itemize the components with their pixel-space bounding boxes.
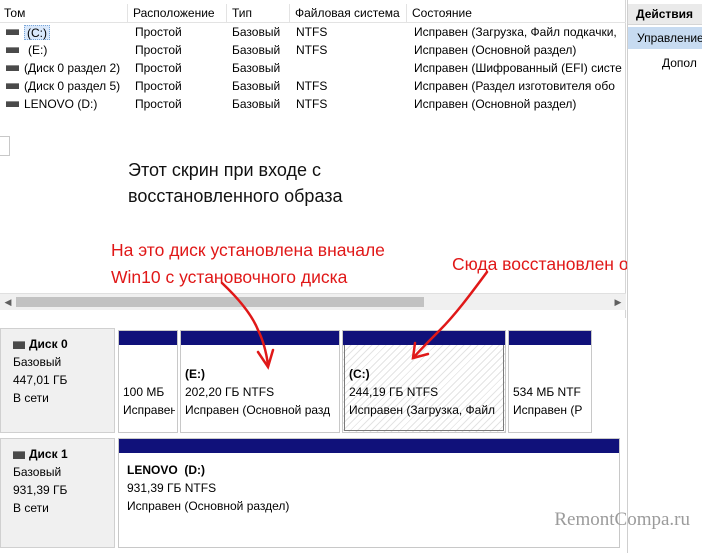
volume-location: Простой xyxy=(135,25,182,39)
column-header-volume[interactable]: Том xyxy=(0,4,128,23)
volume-status: Исправен (Загрузка, Файл подкачки, xyxy=(414,25,617,39)
column-header-status[interactable]: Состояние xyxy=(408,4,626,23)
partition-c[interactable]: (C:) 244,19 ГБ NTFS Исправен (Загрузка, … xyxy=(342,330,506,433)
volume-name: (Диск 0 раздел 5) xyxy=(24,79,121,93)
partition-status: Исправен xyxy=(123,403,175,417)
partition-bar xyxy=(509,331,591,345)
volume-row-lenovo-d[interactable]: LENOVO (D:) Простой Базовый NTFS Исправе… xyxy=(0,95,626,113)
splitter-handle[interactable] xyxy=(0,136,10,156)
actions-management-item[interactable]: Управление xyxy=(628,27,702,49)
disk-size: 447,01 ГБ xyxy=(13,373,68,387)
partition-bar xyxy=(119,439,619,453)
volume-location: Простой xyxy=(135,43,182,57)
volume-location: Простой xyxy=(135,79,182,93)
disk-size: 931,39 ГБ xyxy=(13,483,68,497)
win10-note-line1: На это диск установлена вначале xyxy=(111,240,385,260)
volume-type: Базовый xyxy=(232,25,281,39)
partition-name: LENOVO (D:) xyxy=(127,463,205,477)
volume-filesystem xyxy=(296,59,404,77)
disk-map-pane: Диск 0 Базовый 447,01 ГБ В сети 100 МБ И… xyxy=(0,318,626,553)
volume-status: Исправен (Шифрованный (EFI) систе xyxy=(414,61,622,75)
column-header-filesystem[interactable]: Файловая система xyxy=(291,4,407,23)
disk-title: Диск 0 xyxy=(29,337,68,351)
volume-location: Простой xyxy=(135,61,182,75)
volume-row-e[interactable]: (E:) Простой Базовый NTFS Исправен (Осно… xyxy=(0,41,626,59)
partition-bar xyxy=(343,331,505,345)
drive-icon xyxy=(6,83,19,89)
volume-status: Исправен (Основной раздел) xyxy=(414,97,577,111)
volume-filesystem: NTFS xyxy=(296,43,328,57)
disk-0-label[interactable]: Диск 0 Базовый 447,01 ГБ В сети xyxy=(0,328,115,433)
volume-name: (E:) xyxy=(28,43,48,57)
volume-type: Базовый xyxy=(232,61,281,75)
volume-name: (C:) xyxy=(24,25,50,40)
drive-icon xyxy=(6,47,19,53)
partition-534mb[interactable]: 534 МБ NTF Исправен (Р xyxy=(508,330,592,433)
partition-lenovo-d[interactable]: LENOVO (D:) 931,39 ГБ NTFS Исправен (Осн… xyxy=(118,438,620,548)
disk-state: В сети xyxy=(13,501,49,515)
partition-name: (E:) xyxy=(185,367,205,381)
scrollbar-thumb[interactable] xyxy=(16,297,424,307)
disk-type: Базовый xyxy=(13,465,62,479)
volume-name: (Диск 0 раздел 2) xyxy=(24,61,121,75)
volume-row-disk0-part5[interactable]: (Диск 0 раздел 5) Простой Базовый NTFS И… xyxy=(0,77,626,95)
horizontal-scrollbar[interactable]: ◀ ▶ xyxy=(0,293,626,310)
volume-location: Простой xyxy=(135,97,182,111)
volume-type: Базовый xyxy=(232,79,281,93)
watermark: RemontCompa.ru xyxy=(554,509,690,530)
volume-row-c[interactable]: (C:) Простой Базовый NTFS Исправен (Загр… xyxy=(0,23,626,41)
partition-size: 244,19 ГБ NTFS xyxy=(349,385,439,399)
partition-bar xyxy=(119,331,177,345)
volume-filesystem: NTFS xyxy=(296,25,328,39)
volume-status: Исправен (Раздел изготовителя обо xyxy=(414,79,615,93)
actions-more-item[interactable]: Допол xyxy=(662,53,697,73)
disk-icon xyxy=(13,450,25,459)
actions-pane: Действия Управление Допол xyxy=(627,0,702,553)
actions-title: Действия xyxy=(628,4,702,25)
scroll-left-icon[interactable]: ◀ xyxy=(2,296,14,308)
volume-type: Базовый xyxy=(232,97,281,111)
partition-status: Исправен (Р xyxy=(513,403,583,417)
restored-image-note: Этот скрин при входе с восстановленного … xyxy=(128,160,343,206)
disk-1-label[interactable]: Диск 1 Базовый 931,39 ГБ В сети xyxy=(0,438,115,548)
partition-size: 202,20 ГБ NTFS xyxy=(185,385,275,399)
volume-row-disk0-part2[interactable]: (Диск 0 раздел 2) Простой Базовый Исправ… xyxy=(0,59,626,77)
partition-size: 931,39 ГБ NTFS xyxy=(127,481,217,495)
partition-100mb[interactable]: 100 МБ Исправен xyxy=(118,330,178,433)
win10-note-line2: Win10 с установочного диска xyxy=(111,267,348,287)
disk-state: В сети xyxy=(13,391,49,405)
partition-bar xyxy=(181,331,339,345)
scroll-right-icon[interactable]: ▶ xyxy=(612,296,624,308)
partition-name: (C:) xyxy=(349,367,370,381)
volume-name: LENOVO (D:) xyxy=(24,97,98,111)
disk-type: Базовый xyxy=(13,355,62,369)
partition-size: 100 МБ xyxy=(123,385,165,399)
drive-icon xyxy=(6,101,19,107)
partition-size: 534 МБ NTF xyxy=(513,385,581,399)
partition-status: Исправен (Основной разд xyxy=(185,403,331,417)
volume-type: Базовый xyxy=(232,43,281,57)
disk-icon xyxy=(13,340,25,349)
volume-filesystem: NTFS xyxy=(296,79,328,93)
volume-status: Исправен (Основной раздел) xyxy=(414,43,577,57)
drive-icon xyxy=(6,29,19,35)
volume-filesystem: NTFS xyxy=(296,97,328,111)
volume-list-header: Том Расположение Тип Файловая система Со… xyxy=(0,4,626,23)
drive-icon xyxy=(6,65,19,71)
disk-title: Диск 1 xyxy=(29,447,68,461)
column-header-type[interactable]: Тип xyxy=(228,4,290,23)
partition-status: Исправен (Основной раздел) xyxy=(127,499,290,513)
column-header-location[interactable]: Расположение xyxy=(129,4,227,23)
partition-status: Исправен (Загрузка, Файл xyxy=(349,403,496,417)
partition-e[interactable]: (E:) 202,20 ГБ NTFS Исправен (Основной р… xyxy=(180,330,340,433)
